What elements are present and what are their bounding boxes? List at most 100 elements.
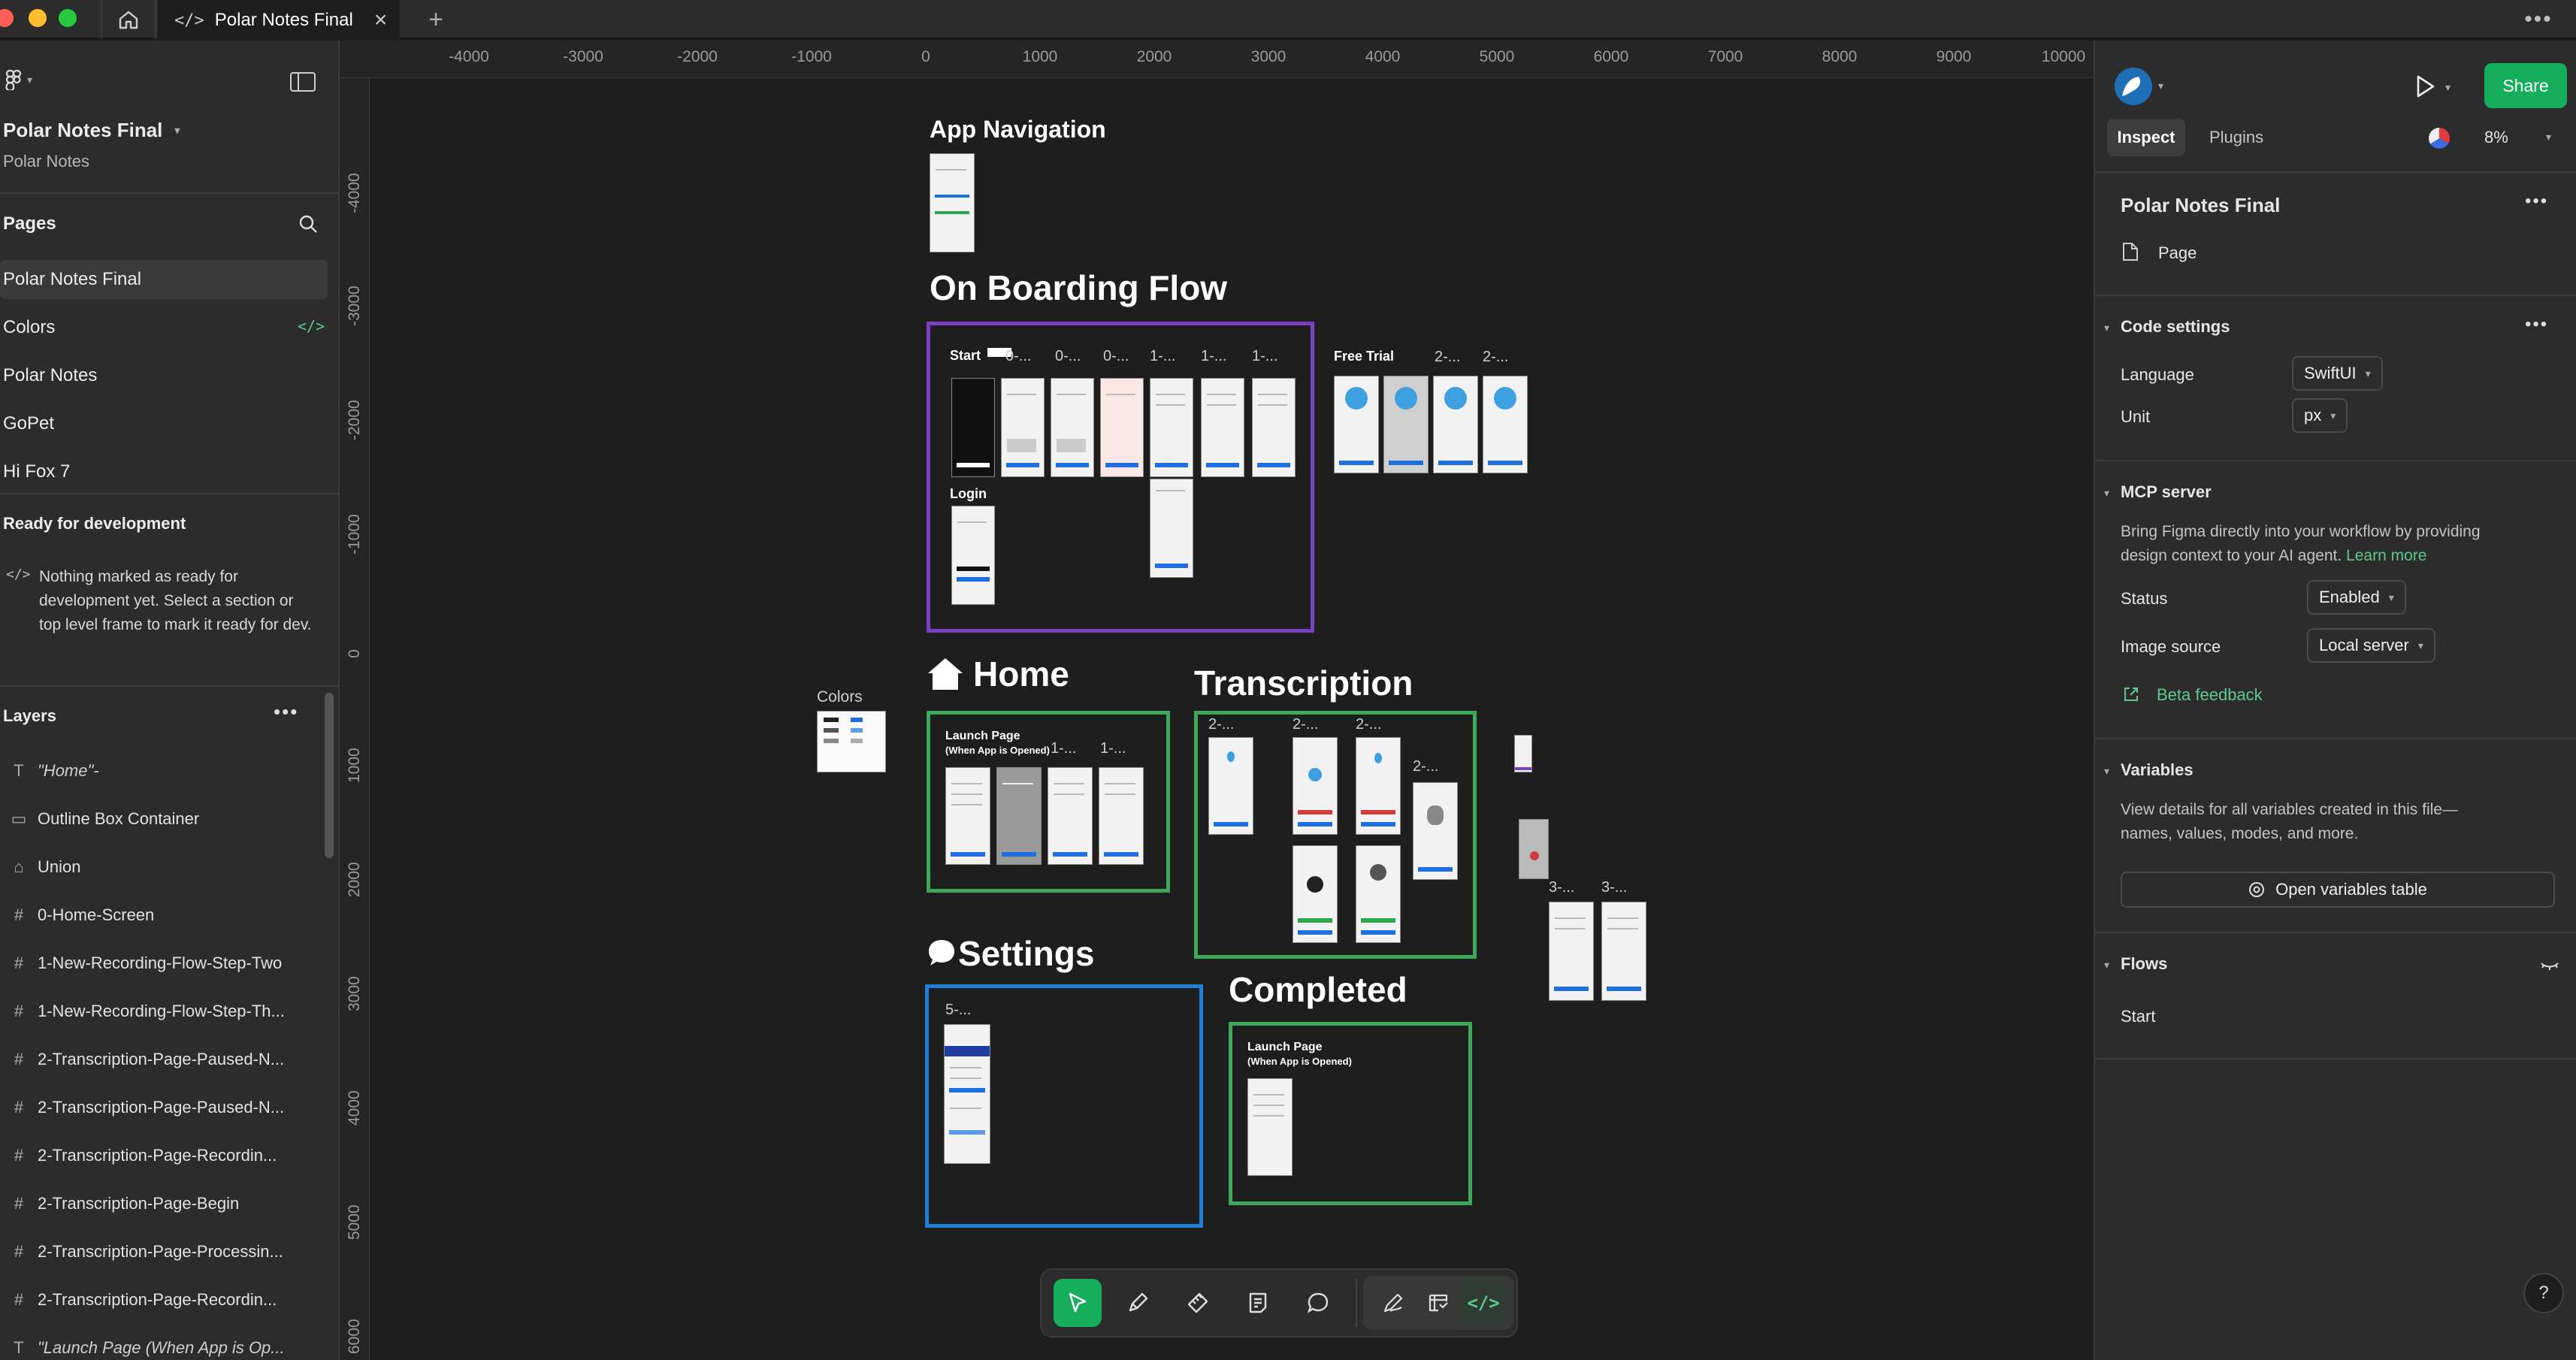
close-tab-icon[interactable]: × [374,8,388,33]
learn-more-link[interactable]: Learn more [2346,547,2426,564]
zoom-level[interactable]: 8% [2484,128,2508,147]
section-title-transcription[interactable]: Transcription [1194,663,1413,703]
layer-item[interactable]: #2-Transcription-Page-Paused-N... [0,1086,316,1129]
frame-app-navigation[interactable] [930,153,975,252]
chevron-down-icon[interactable]: ▾ [2104,959,2109,972]
layer-item[interactable]: ▭ Outline Box Container [0,798,316,840]
frame-onboarding[interactable] [1051,378,1094,477]
layer-item[interactable]: #2-Transcription-Page-Paused-N... [0,1038,316,1080]
section-home[interactable]: Launch Page (When App is Opened) 1-... 1… [927,711,1170,893]
frame-transcription[interactable] [1413,782,1458,880]
maximize-window-button[interactable] [59,9,77,27]
document-tab[interactable]: </> Polar Notes Final × [158,0,400,41]
layer-item[interactable]: #1-New-Recording-Flow-Step-Th... [0,990,316,1032]
section-transcription[interactable]: 2-... 2-... 2-... 2-... [1194,711,1477,959]
frame-settings[interactable] [944,1024,990,1164]
section-completed[interactable]: Launch Page (When App is Opened) [1229,1022,1472,1205]
frame-onboarding[interactable] [1001,378,1045,477]
frame-transcription[interactable] [1356,737,1401,835]
move-tool-button[interactable] [1054,1279,1102,1327]
new-tab-button[interactable]: + [421,0,451,39]
frame-home[interactable] [996,767,1042,865]
frame-onboarding-start[interactable] [951,378,995,477]
layer-item[interactable]: #2-Transcription-Page-Recordin... [0,1279,316,1321]
frame-onboarding[interactable] [1150,378,1193,477]
tab-plugins[interactable]: Plugins [2209,128,2263,147]
frame-home[interactable] [1048,767,1093,865]
pen-tool-button[interactable] [1114,1279,1162,1327]
annotation-tool-button[interactable] [1234,1279,1282,1327]
page-item-polar-notes-final[interactable]: Polar Notes Final [0,260,328,299]
frame-completed[interactable] [1247,1078,1293,1176]
tab-inspect[interactable]: Inspect [2107,119,2185,156]
code-view-button[interactable]: </> [1459,1279,1507,1327]
frame-history[interactable] [1601,902,1646,1001]
comment-tool-button[interactable] [1294,1279,1342,1327]
frame-history[interactable] [1549,902,1594,1001]
close-window-button[interactable] [0,9,14,27]
color-profile-icon[interactable] [2429,128,2450,149]
toggle-sidebar-icon[interactable] [290,72,316,92]
layer-item[interactable]: T "Launch Page (When App is Op... [0,1327,316,1360]
hidden-eye-icon[interactable] [2540,957,2559,974]
flows-header[interactable]: Flows [2121,954,2167,974]
frame-transcription[interactable] [1293,845,1338,943]
share-button[interactable]: Share [2484,63,2567,108]
design-canvas[interactable]: App Navigation On Boarding Flow Start 0-… [370,78,2094,1360]
chevron-down-icon[interactable]: ▾ [2445,81,2451,94]
frame-onboarding[interactable] [1252,378,1296,477]
page-item-colors[interactable]: Colors </> [0,308,328,347]
language-select[interactable]: SwiftUI ▾ [2292,356,2383,391]
draw-tool-button[interactable] [1369,1279,1417,1327]
chevron-down-icon[interactable]: ▾ [2104,487,2109,500]
section-title-completed[interactable]: Completed [1229,969,1407,1010]
frame-transcription[interactable] [1356,845,1401,943]
minimize-window-button[interactable] [29,9,47,27]
section-title-settings[interactable]: Settings [958,933,1094,974]
chevron-down-icon[interactable]: ▾ [2546,131,2551,144]
home-tab[interactable] [101,0,156,39]
frame-onboarding[interactable] [1201,378,1244,477]
image-source-select[interactable]: Local server ▾ [2307,628,2435,663]
frame-free-trial[interactable] [1383,376,1429,473]
chevron-down-icon[interactable]: ▾ [2104,765,2109,778]
page-item-polar-notes[interactable]: Polar Notes [0,356,328,395]
file-name-button[interactable]: Polar Notes Final ▾ [3,119,180,142]
avatar[interactable] [2115,68,2152,105]
section-settings[interactable]: 5-... [925,984,1203,1228]
frame-home[interactable] [1099,767,1144,865]
selection-menu-icon[interactable]: ••• [2525,191,2548,212]
dev-resources-button[interactable] [1414,1279,1462,1327]
section-title-onboarding[interactable]: On Boarding Flow [930,267,1227,308]
layer-item[interactable]: ⌂ Union [0,846,316,888]
frame-small[interactable] [1514,735,1532,772]
present-play-icon[interactable] [2412,74,2438,99]
window-menu-button[interactable]: ••• [2516,0,2561,39]
frame-free-trial[interactable] [1334,376,1379,473]
frame-colors[interactable] [817,711,886,772]
chevron-down-icon[interactable]: ▾ [2104,322,2109,334]
variables-header[interactable]: Variables [2121,760,2194,780]
frame-free-trial[interactable] [1433,376,1478,473]
code-settings-menu-icon[interactable]: ••• [2525,314,2548,335]
page-item-hi-fox-7[interactable]: Hi Fox 7 [0,452,328,491]
code-settings-header[interactable]: Code settings [2121,317,2230,337]
frame-onboarding[interactable] [1150,479,1193,578]
frame-home[interactable] [945,767,990,865]
ruler-tool-button[interactable] [1174,1279,1222,1327]
section-title-home[interactable]: Home [973,654,1069,694]
layer-item[interactable]: #1-New-Recording-Flow-Step-Two [0,942,316,984]
frame-login[interactable] [951,506,995,605]
frame-transcription[interactable] [1293,737,1338,835]
search-icon[interactable] [298,213,319,234]
layer-item[interactable]: #0-Home-Screen [0,894,316,936]
main-menu-button[interactable]: ▾ [5,69,32,90]
open-variables-table-button[interactable]: Open variables table [2121,872,2555,908]
mcp-server-header[interactable]: MCP server [2121,482,2212,502]
frame-transcription[interactable] [1208,737,1253,835]
layer-item[interactable]: #2-Transcription-Page-Begin [0,1183,316,1225]
help-button[interactable]: ? [2523,1273,2564,1313]
flow-item-start[interactable]: Start [2121,1007,2155,1026]
layers-menu-icon[interactable]: ••• [274,700,298,724]
layers-scrollbar[interactable] [325,693,334,858]
